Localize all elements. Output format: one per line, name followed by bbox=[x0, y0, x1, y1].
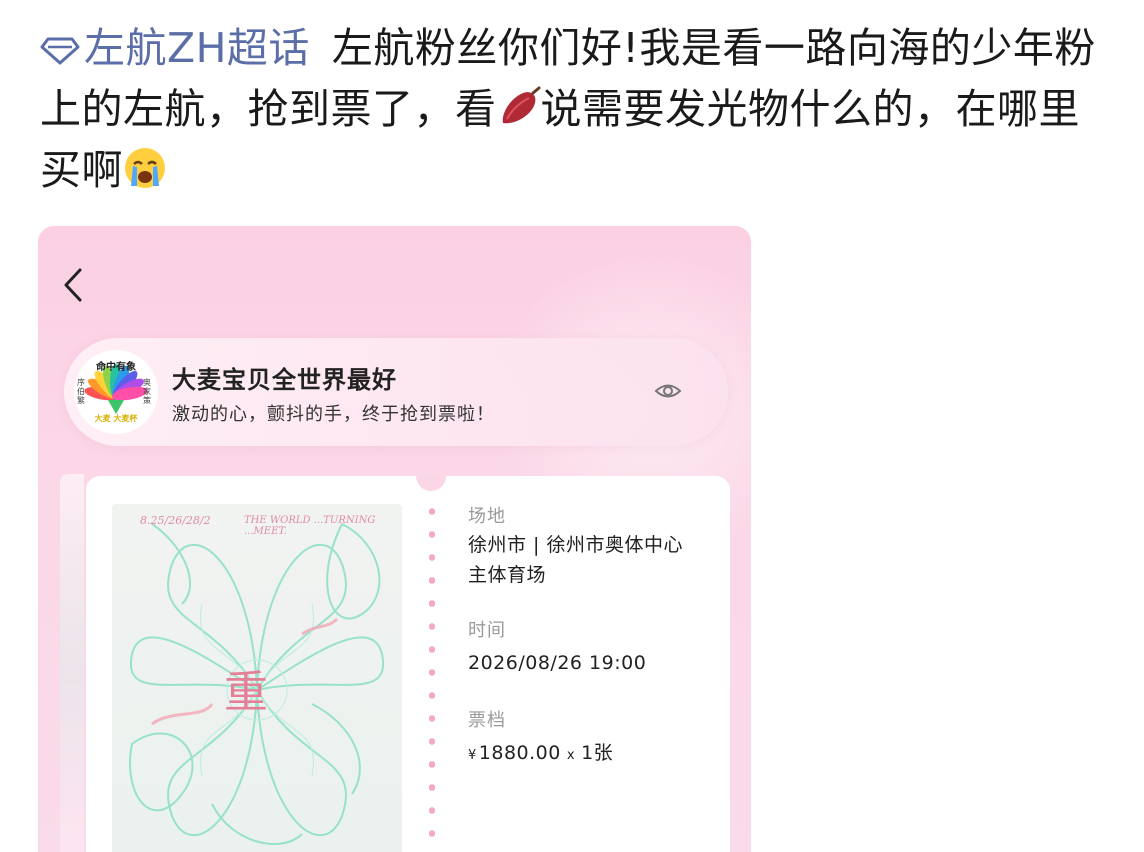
quantity-value: 1张 bbox=[581, 742, 614, 764]
topic-tag-label: 左航ZH超话 bbox=[84, 24, 310, 72]
avatar-label-top: 命中有象 bbox=[96, 362, 136, 373]
ticket-perforation bbox=[429, 500, 435, 852]
price-value: 1880.00 bbox=[478, 742, 561, 764]
topic-tag-link[interactable]: 左航ZH超话 bbox=[40, 24, 310, 72]
avatar-label-left: 序 伯 繁 bbox=[77, 378, 85, 405]
ticket-card[interactable]: 8.25/26/28/2 THE WORLD ...TURNING ...MEE… bbox=[86, 476, 730, 852]
side-ticket-strip bbox=[60, 474, 84, 852]
back-chevron-icon[interactable] bbox=[60, 266, 86, 304]
eye-icon[interactable] bbox=[654, 380, 682, 402]
quantity-multiplier: x bbox=[566, 748, 576, 763]
diamond-icon bbox=[40, 37, 80, 65]
avatar-label-bottom: 大麦 大麦杯 bbox=[94, 414, 138, 423]
embedded-screenshot[interactable]: 命中有象 序 伯 繁 奥 家 策 大麦 大麦杯 大麦宝贝全世界最好 激动的心，颤… bbox=[38, 226, 751, 852]
tier-label: 票档 bbox=[468, 710, 506, 731]
poster-slogan: THE WORLD ...TURNING ...MEET. bbox=[244, 515, 376, 537]
banner-subtitle: 激动的心，颤抖的手，终于抢到票啦！ bbox=[172, 404, 495, 425]
ticket-notch bbox=[416, 476, 446, 491]
poster-dates: 8.25/26/28/2 bbox=[140, 514, 211, 527]
avatar[interactable]: 命中有象 序 伯 繁 奥 家 策 大麦 大麦杯 bbox=[74, 350, 158, 434]
venue-label: 场地 bbox=[468, 506, 506, 527]
poster-center-character: 重 bbox=[224, 667, 268, 718]
post-text: 左航ZH超话 左航粉丝你们好!我是看一路向海的少年粉上的左航，抢到票了，看 说需要… bbox=[40, 18, 1110, 201]
concert-poster: 8.25/26/28/2 THE WORLD ...TURNING ...MEE… bbox=[112, 504, 402, 852]
price-row: ¥1880.00 x 1张 bbox=[468, 738, 613, 771]
sweet-potato-emoji-icon bbox=[502, 86, 540, 124]
avatar-label-right: 奥 家 策 bbox=[143, 378, 151, 405]
banner-title: 大麦宝贝全世界最好 bbox=[172, 366, 397, 394]
post-banner: 命中有象 序 伯 繁 奥 家 策 大麦 大麦杯 大麦宝贝全世界最好 激动的心，颤… bbox=[64, 338, 728, 446]
time-value: 2026/08/26 19:00 bbox=[468, 652, 647, 674]
venue-line-2: 主体育场 bbox=[468, 564, 547, 586]
time-label: 时间 bbox=[468, 620, 506, 641]
venue-line-1: 徐州市 | 徐州市奥体中心 bbox=[468, 534, 683, 556]
crying-face-emoji-icon bbox=[125, 148, 165, 188]
currency-symbol: ¥ bbox=[468, 748, 477, 763]
